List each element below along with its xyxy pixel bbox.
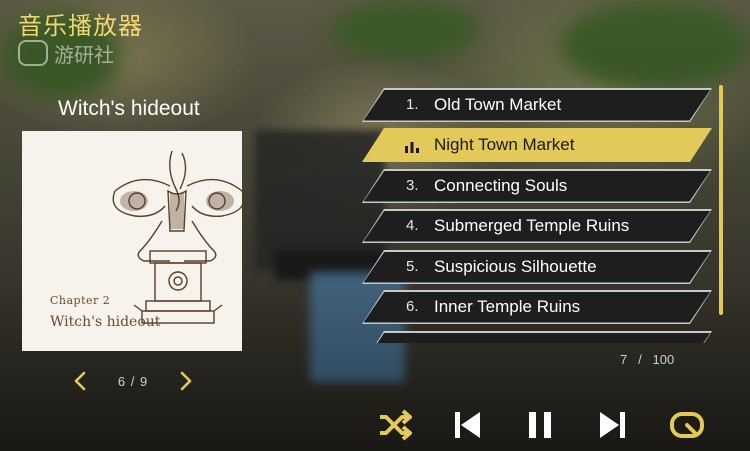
track-item[interactable]: 4. Submerged Temple Ruins xyxy=(362,209,712,243)
track-item[interactable]: 5. Suspicious Silhouette xyxy=(362,250,712,284)
track-list-scrollbar[interactable] xyxy=(719,85,723,315)
album-cover: Chapter 2 Witch's hideout xyxy=(22,131,242,351)
pause-icon xyxy=(529,412,551,438)
watermark-logo-icon xyxy=(18,40,48,66)
skip-next-icon xyxy=(600,412,625,438)
next-track-button[interactable] xyxy=(593,405,633,445)
track-count: 7 / 100 xyxy=(620,352,674,367)
track-number: 5. xyxy=(406,258,419,275)
album-page-indicator: 6 / 9 xyxy=(118,374,148,389)
shuffle-button[interactable] xyxy=(374,405,414,445)
track-list: 1. Old Town Market Night Town Market 3. … xyxy=(362,85,712,343)
track-count-separator: / xyxy=(638,352,642,367)
track-item[interactable]: 1. Old Town Market xyxy=(362,88,712,122)
previous-album-button[interactable] xyxy=(70,369,90,393)
album-page-separator: / xyxy=(130,373,136,389)
track-count-total: 100 xyxy=(652,352,675,367)
track-count-current: 7 xyxy=(620,352,628,367)
cover-chapter-label: Chapter 2 xyxy=(50,294,111,307)
track-title: Inner Temple Ruins xyxy=(434,297,581,316)
track-title: Connecting Souls xyxy=(434,176,568,195)
skip-previous-icon xyxy=(455,412,480,438)
watermark: 游研社 xyxy=(18,40,138,67)
track-title: Night Town Market xyxy=(434,135,575,154)
repeat-icon xyxy=(670,412,704,438)
repeat-button[interactable] xyxy=(667,405,707,445)
previous-track-button[interactable] xyxy=(447,405,487,445)
track-number: 3. xyxy=(406,177,419,194)
chevron-left-icon xyxy=(74,371,86,391)
track-item[interactable]: 3. Connecting Souls xyxy=(362,169,712,203)
chevron-right-icon xyxy=(180,371,192,391)
album-pager: 6 / 9 xyxy=(70,368,196,394)
track-title: Suspicious Silhouette xyxy=(434,257,597,276)
pause-button[interactable] xyxy=(520,405,560,445)
track-title: Old Town Market xyxy=(434,95,562,114)
next-album-button[interactable] xyxy=(176,369,196,393)
track-number: 1. xyxy=(406,96,419,113)
now-playing-icon xyxy=(405,142,419,153)
track-item-partial[interactable] xyxy=(362,331,712,343)
shuffle-icon xyxy=(380,409,412,441)
track-number: 4. xyxy=(406,217,419,234)
page-title: 音乐播放器 xyxy=(18,12,143,40)
track-item-active[interactable]: Night Town Market xyxy=(362,128,712,162)
album-page-current: 6 xyxy=(117,373,127,389)
album-page-total: 9 xyxy=(139,373,149,389)
track-title: Submerged Temple Ruins xyxy=(434,216,630,235)
watermark-text: 游研社 xyxy=(54,42,114,67)
track-number: 6. xyxy=(406,298,419,315)
track-item[interactable]: 6. Inner Temple Ruins xyxy=(362,290,712,324)
cover-chapter-title: Witch's hideout xyxy=(50,314,161,330)
album-name: Witch's hideout xyxy=(58,97,200,120)
